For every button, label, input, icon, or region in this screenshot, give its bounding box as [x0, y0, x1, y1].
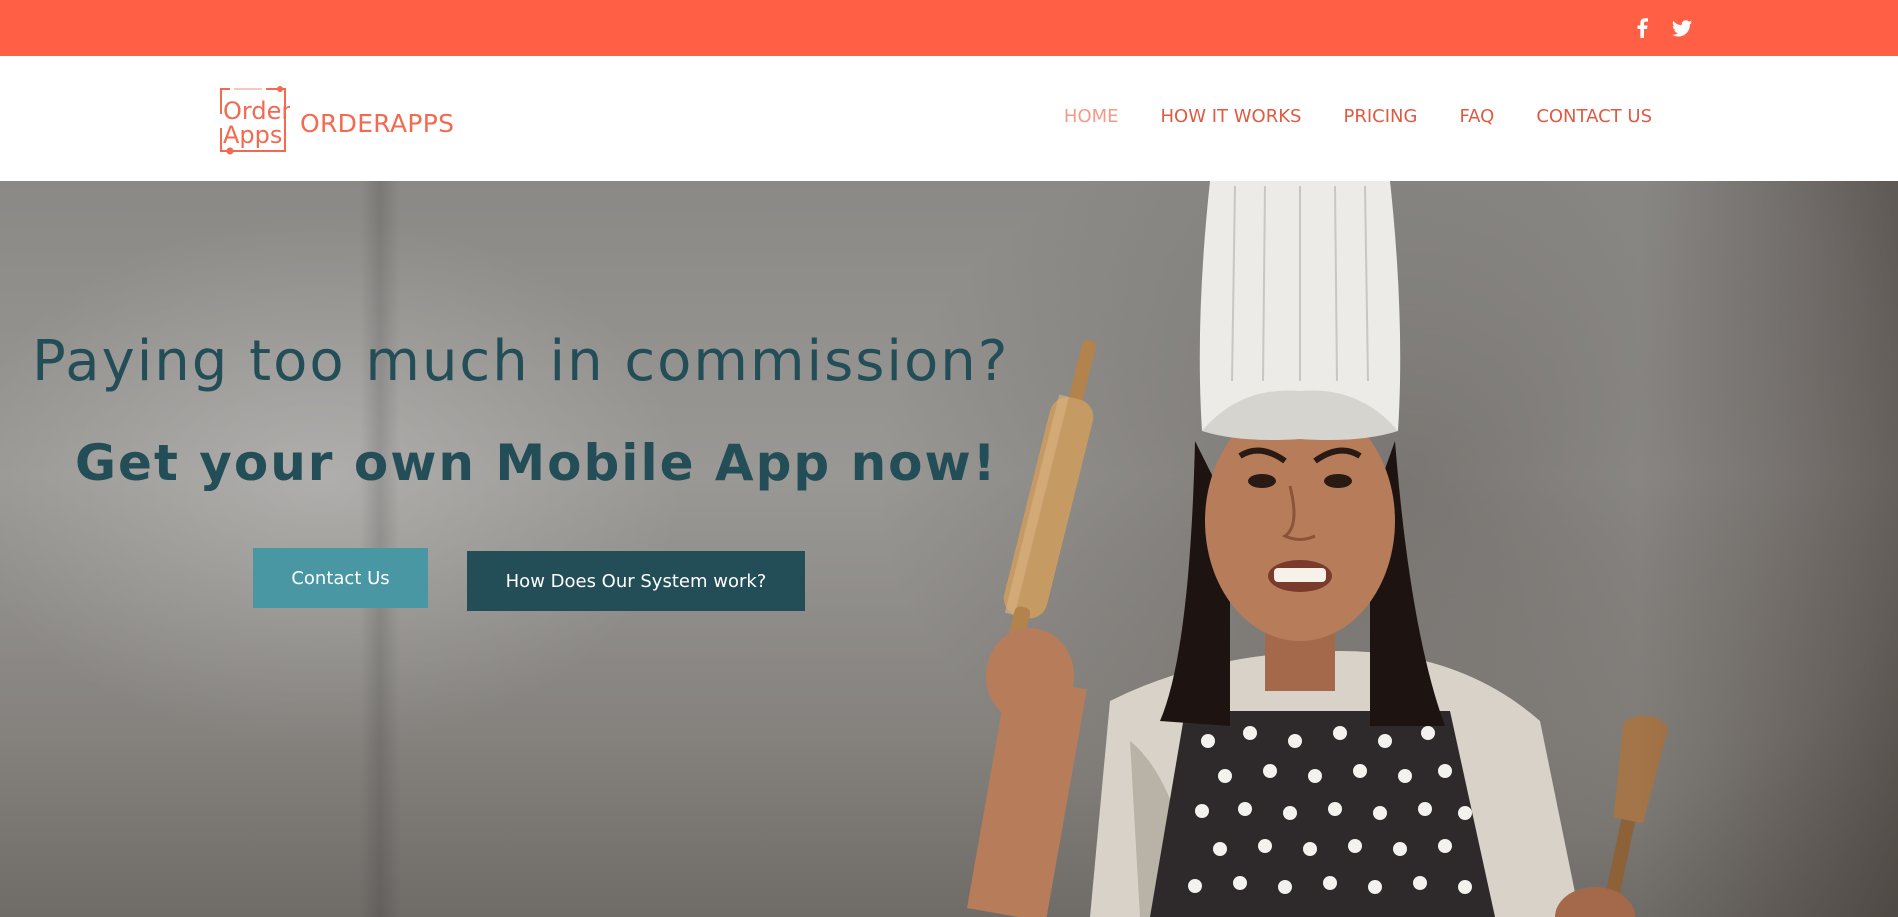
twitter-icon[interactable] — [1671, 17, 1693, 39]
hero-banner: Paying too much in commission? Get your … — [0, 181, 1898, 917]
brand-name: ORDERAPPS — [300, 108, 455, 138]
main-nav: HOME HOW IT WORKS PRICING FAQ CONTACT US — [1064, 106, 1652, 127]
nav-home[interactable]: HOME — [1064, 106, 1119, 127]
chef-hero-image — [966, 181, 1669, 917]
logo-text-apps: Apps — [223, 121, 282, 149]
how-system-works-button[interactable]: How Does Our System work? — [467, 551, 805, 611]
facebook-icon[interactable] — [1631, 17, 1653, 39]
site-header: Order Apps ORDERAPPS HOME HOW IT WORKS P… — [0, 56, 1898, 181]
nav-faq[interactable]: FAQ — [1459, 106, 1494, 127]
top-bar — [0, 0, 1898, 56]
site-logo[interactable]: Order Apps ORDERAPPS — [218, 84, 454, 156]
hero-headline: Paying too much in commission? — [32, 329, 1010, 394]
nav-pricing[interactable]: PRICING — [1343, 106, 1417, 127]
orderapps-logo-icon: Order Apps — [219, 86, 290, 155]
nav-how-it-works[interactable]: HOW IT WORKS — [1161, 106, 1302, 127]
hero-subheadline: Get your own Mobile App now! — [75, 434, 998, 492]
nav-contact-us[interactable]: CONTACT US — [1536, 106, 1652, 127]
contact-us-button[interactable]: Contact Us — [253, 548, 428, 608]
social-links — [1631, 17, 1693, 39]
